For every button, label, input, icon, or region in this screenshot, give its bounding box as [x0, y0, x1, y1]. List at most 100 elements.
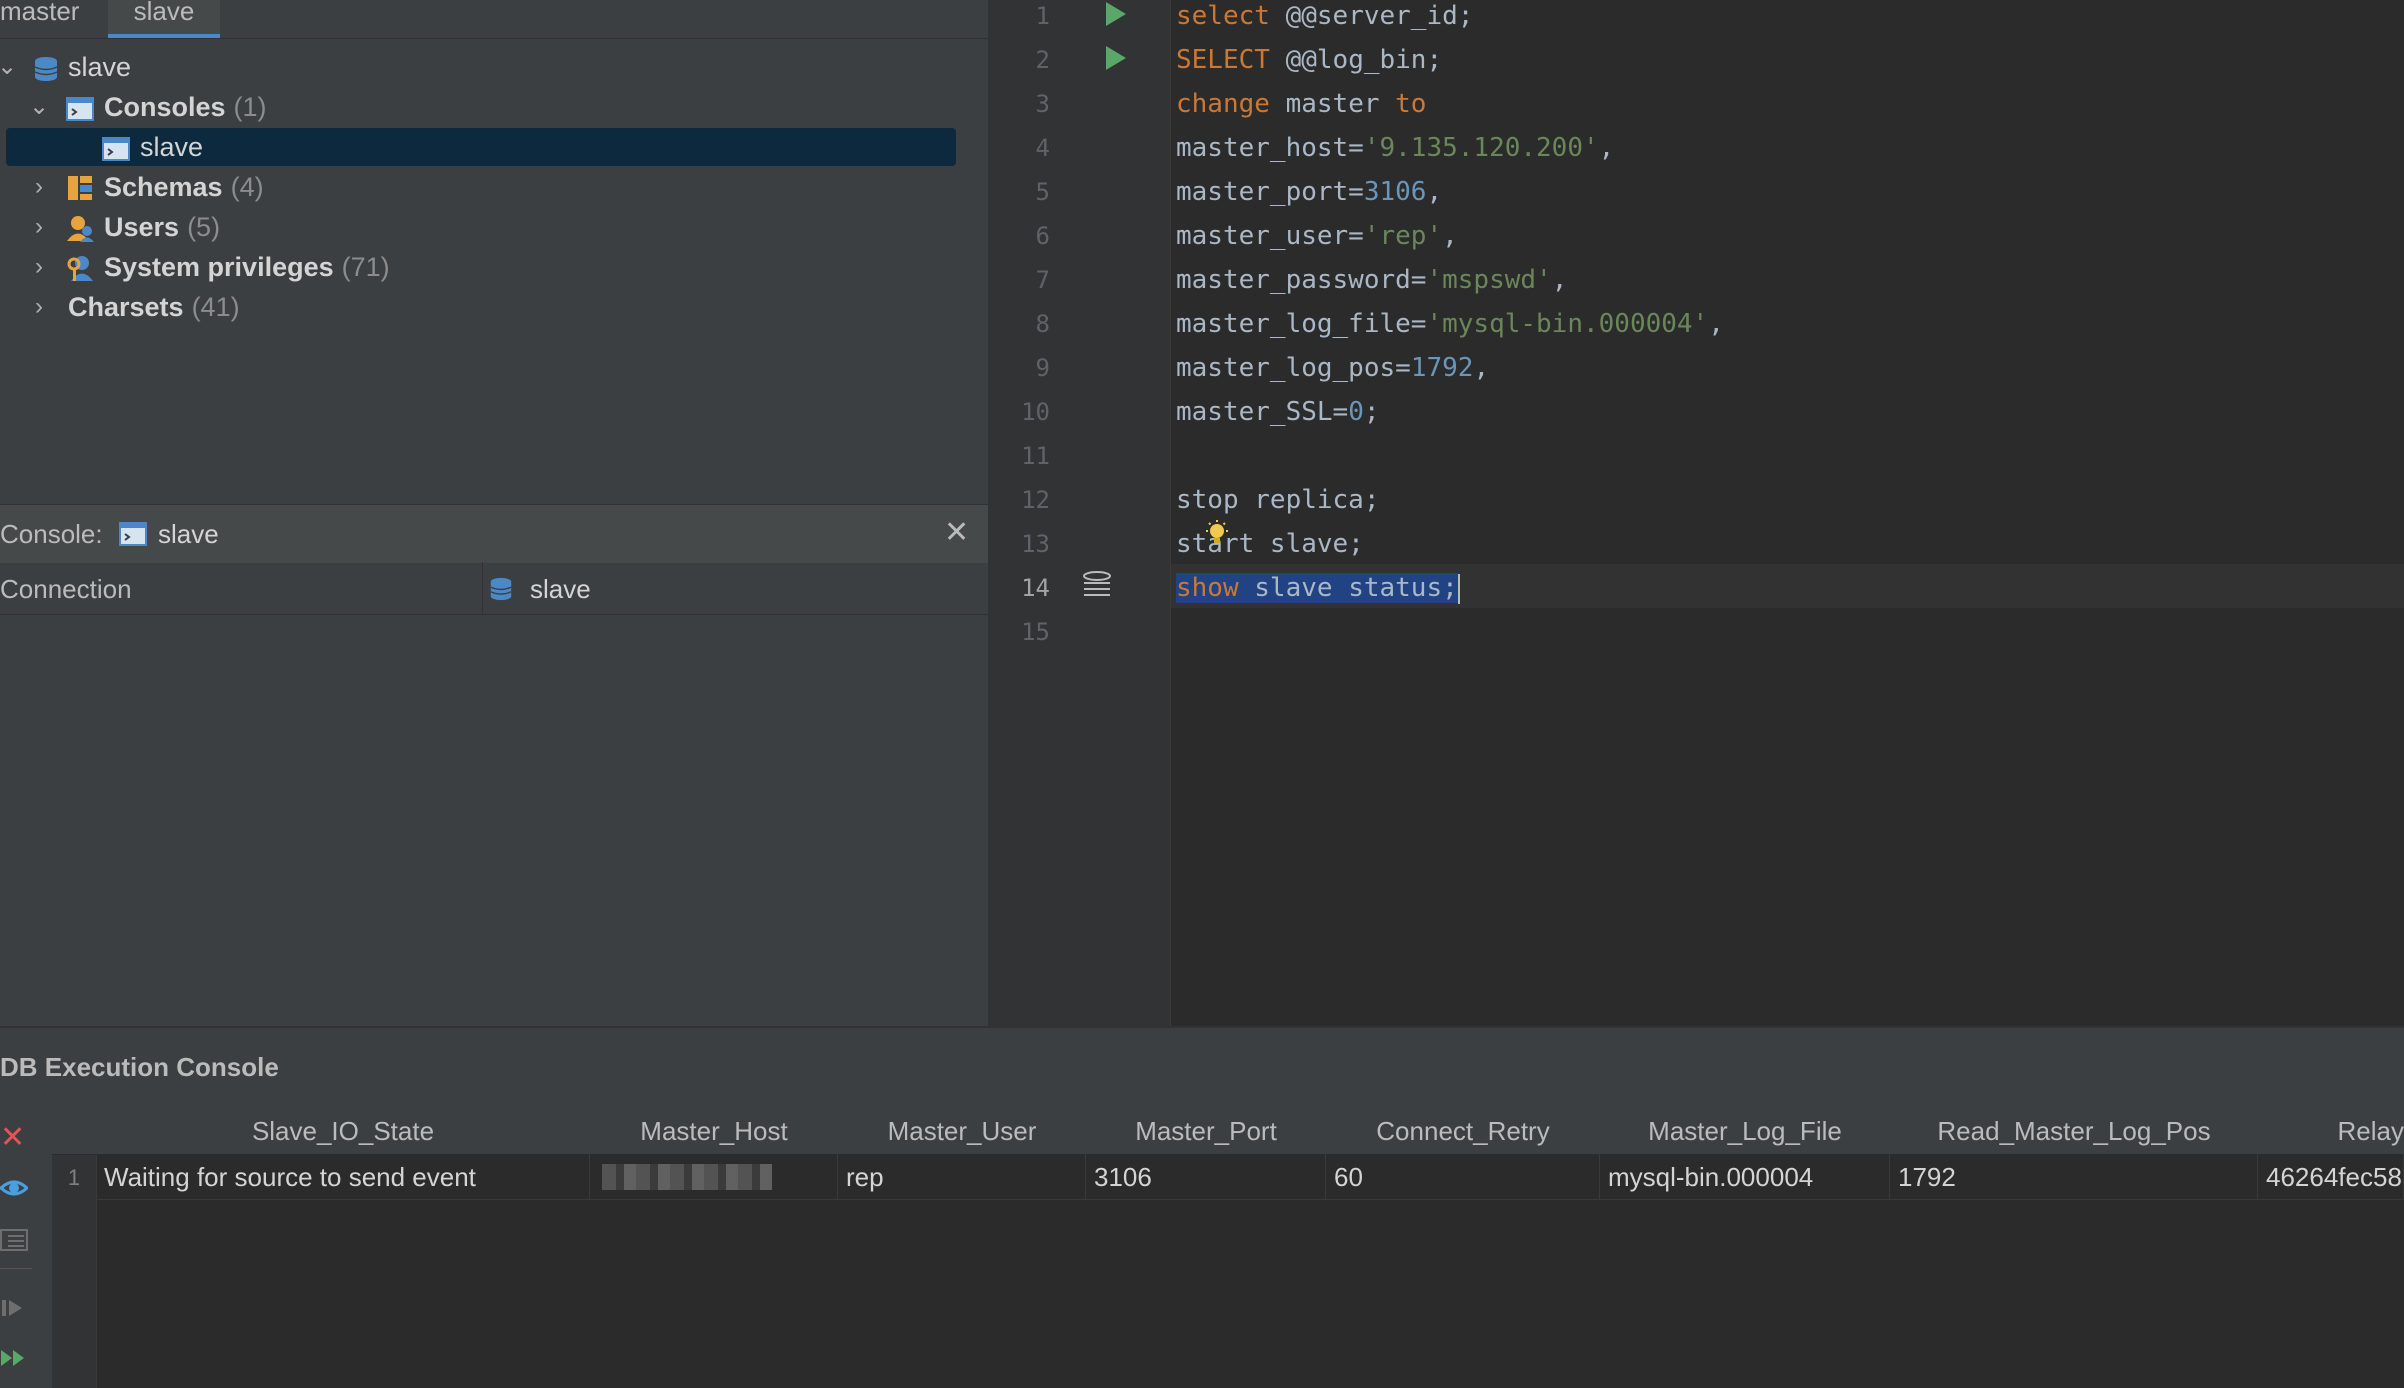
bulb-icon[interactable] — [1204, 520, 1230, 550]
connection-row: Connection slave — [0, 562, 988, 615]
tree-node-system-privileges[interactable]: › System privileges (71) — [0, 248, 988, 286]
results-toolbar: ✕ — [0, 1108, 53, 1388]
column-header[interactable]: Master_Host — [590, 1108, 839, 1155]
table-cell[interactable]: 46264fec58d5 — [2258, 1154, 2404, 1200]
code-text: @@server_id; — [1269, 1, 1474, 31]
number-literal: 3106 — [1363, 177, 1427, 207]
line-number: 4 — [1035, 134, 1050, 162]
users-icon — [66, 214, 94, 242]
tree-node-label: Schemas (4) — [104, 168, 264, 206]
users-label: Users — [104, 212, 180, 242]
execute-statement-icon[interactable] — [1080, 570, 1114, 602]
line-number: 10 — [1021, 398, 1050, 426]
table-cell[interactable]: 60 — [1326, 1154, 1600, 1200]
chevron-right-icon[interactable]: › — [28, 208, 50, 246]
tree-node-label: Charsets (41) — [68, 288, 240, 326]
tree-node-label: Users (5) — [104, 208, 220, 246]
selected-text[interactable]: show slave status; — [1176, 573, 1458, 603]
code-line-1[interactable]: select @@server_id; — [1176, 0, 1473, 44]
tree-node-users[interactable]: › Users (5) — [0, 208, 988, 246]
tree-node-label: slave — [140, 132, 204, 162]
line-number: 2 — [1035, 46, 1050, 74]
execution-console-panel: DB Execution Console ✕ 1 Slave_IO_State … — [0, 1028, 2404, 1388]
tree-node-label: System privileges (71) — [104, 248, 390, 286]
keyword: to — [1395, 89, 1427, 119]
code-line-10[interactable]: master_SSL=0; — [1176, 396, 1380, 440]
sql-editor[interactable]: 1 2 3 4 5 6 7 8 9 10 11 12 13 14 15 sele… — [990, 0, 2404, 1026]
tree-node-charsets[interactable]: › Charsets (41) — [0, 288, 988, 326]
console-icon — [66, 94, 94, 121]
privileges-label: System privileges — [104, 252, 334, 282]
code-line-2[interactable]: SELECT @@log_bin; — [1176, 44, 1442, 88]
tab-master[interactable]: master — [0, 0, 100, 34]
code-line-14[interactable]: show slave status; — [1176, 572, 1460, 616]
chevron-down-icon[interactable]: ⌄ — [0, 48, 18, 86]
table-cell[interactable]: rep — [838, 1154, 1086, 1200]
column-header[interactable]: Read_Master_Log_Pos — [1890, 1108, 2259, 1155]
code-line-4[interactable]: master_host='9.135.120.200', — [1176, 132, 1614, 176]
chevron-right-icon[interactable]: › — [28, 168, 50, 206]
eye-icon[interactable] — [0, 1174, 30, 1202]
column-header[interactable]: Relay — [2258, 1108, 2404, 1155]
privileges-count: (71) — [341, 252, 390, 282]
fast-forward-icon[interactable] — [0, 1344, 28, 1372]
tree-node-schemas[interactable]: › Schemas (4) — [0, 168, 988, 206]
connection-value[interactable]: slave — [530, 574, 591, 605]
chevron-down-icon[interactable]: ⌄ — [28, 88, 50, 126]
number-literal: 0 — [1348, 397, 1364, 427]
column-header[interactable]: Master_User — [838, 1108, 1087, 1155]
column-header[interactable]: Connect_Retry — [1326, 1108, 1601, 1155]
list-icon[interactable] — [0, 1226, 28, 1254]
line-number: 6 — [1035, 222, 1050, 250]
tree-node-consoles[interactable]: ⌄ Consoles (1) — [0, 88, 988, 126]
console-icon — [102, 134, 130, 161]
column-header[interactable]: Master_Port — [1086, 1108, 1327, 1155]
run-icon[interactable] — [1106, 46, 1126, 70]
line-number: 12 — [1021, 486, 1050, 514]
line-number: 13 — [1021, 530, 1050, 558]
table-cell[interactable]: mysql-bin.000004 — [1600, 1154, 1890, 1200]
column-header[interactable]: Slave_IO_State — [96, 1108, 591, 1155]
results-grid[interactable]: 1 Slave_IO_State Master_Host Master_User… — [52, 1108, 2404, 1388]
step-icon[interactable] — [0, 1294, 28, 1322]
code-line-6[interactable]: master_user='rep', — [1176, 220, 1458, 264]
code-line-8[interactable]: master_log_file='mysql-bin.000004', — [1176, 308, 1724, 352]
string-literal: '9.135.120.200' — [1363, 133, 1599, 163]
stop-icon[interactable]: ✕ — [0, 1123, 28, 1153]
run-icon[interactable] — [1106, 2, 1126, 26]
row-number: 1 — [67, 1165, 81, 1190]
table-cell-redacted[interactable] — [590, 1154, 838, 1200]
keyword: show — [1176, 573, 1239, 603]
privileges-icon — [66, 254, 94, 281]
chevron-right-icon[interactable]: › — [28, 248, 50, 286]
users-count: (5) — [187, 212, 221, 242]
code-text: master_log_pos= — [1176, 353, 1411, 383]
tree-node-console-slave[interactable]: slave — [0, 128, 988, 166]
connection-tabs: master slave — [0, 0, 988, 39]
tree-node-slave[interactable]: ⌄ slave — [0, 48, 988, 86]
table-cell[interactable]: 1792 — [1890, 1154, 2258, 1200]
tab-slave[interactable]: slave — [108, 0, 220, 38]
tree-node-label: Consoles (1) — [104, 88, 267, 126]
code-text: @@log_bin; — [1269, 45, 1443, 75]
line-number: 5 — [1035, 178, 1050, 206]
table-cell[interactable]: 3106 — [1086, 1154, 1326, 1200]
chevron-right-icon[interactable]: › — [28, 288, 50, 326]
row-number-column: 1 — [52, 1108, 97, 1388]
column-divider — [482, 562, 483, 614]
line-number: 3 — [1035, 90, 1050, 118]
database-tree: ⌄ slave ⌄ Consoles (1) slave › Schemas (… — [0, 40, 988, 500]
column-header[interactable]: Master_Log_File — [1600, 1108, 1891, 1155]
code-line-3[interactable]: change master to — [1176, 88, 1426, 132]
text-caret — [1457, 573, 1460, 604]
code-line-9[interactable]: master_log_pos=1792, — [1176, 352, 1489, 396]
string-literal: 'mspswd' — [1426, 265, 1552, 295]
charsets-label: Charsets — [68, 292, 184, 322]
code-line-7[interactable]: master_password='mspswd', — [1176, 264, 1567, 308]
keyword: change — [1176, 89, 1270, 119]
close-icon[interactable]: ✕ — [944, 515, 969, 550]
code-line-5[interactable]: master_port=3106, — [1176, 176, 1442, 220]
table-cell[interactable]: Waiting for source to send event — [96, 1154, 590, 1200]
database-explorer-pane: master slave ⌄ slave ⌄ Consoles (1) slave — [0, 0, 988, 1026]
code-text: , — [1442, 221, 1458, 251]
